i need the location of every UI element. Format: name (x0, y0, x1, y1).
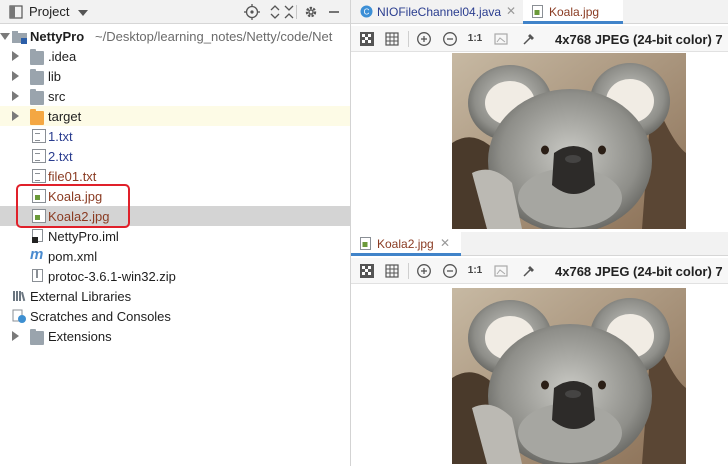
koala-image (452, 288, 686, 464)
archive-file-icon (32, 269, 46, 283)
koala-image (452, 53, 686, 229)
tree-item-idea[interactable]: .idea (0, 46, 350, 66)
fit-zoom-icon[interactable] (493, 31, 509, 47)
project-root-name: NettyPro (30, 29, 85, 44)
tree-item-label: protoc-3.6.1-win32.zip (48, 269, 176, 284)
tab-koala2-jpg[interactable]: Koala2.jpg ✕ (351, 232, 461, 256)
text-file-icon (32, 169, 46, 183)
java-class-icon: C (360, 5, 373, 18)
chevron-right-icon[interactable] (12, 51, 19, 61)
tree-item-2-txt[interactable]: 2.txt (0, 146, 350, 166)
actual-size-button[interactable]: 1:1 (467, 31, 483, 47)
hide-panel-icon[interactable] (325, 3, 343, 21)
tree-item-label: 1.txt (48, 129, 73, 144)
tree-item-label: NettyPro.iml (48, 229, 119, 244)
tree-item-pom-xml[interactable]: m pom.xml (0, 246, 350, 266)
folder-icon (30, 69, 44, 85)
tree-item-label: target (48, 109, 82, 124)
tree-item-nettypro-iml[interactable]: NettyPro.iml (0, 226, 350, 246)
tab-niofilechannel04[interactable]: C NIOFileChannel04.java ✕ (351, 0, 523, 24)
tree-item-label: Scratches and Consoles (30, 309, 171, 324)
close-icon[interactable]: ✕ (440, 236, 450, 250)
tree-item-label: External Libraries (30, 289, 132, 304)
folder-icon (30, 89, 44, 105)
chevron-right-icon[interactable] (12, 111, 19, 121)
tab-label: Koala.jpg (549, 5, 600, 19)
tree-item-scratches[interactable]: Scratches and Consoles (0, 306, 350, 326)
toolbar-divider (408, 263, 409, 279)
tab-label: Koala2.jpg (377, 237, 434, 251)
grid-icon[interactable] (384, 31, 400, 47)
tree-item-file01-txt[interactable]: file01.txt (0, 166, 350, 186)
editor-bottom-toolbar: 1:1 4x768 JPEG (24-bit color) 7 (351, 258, 728, 284)
project-panel-header: Project (0, 0, 350, 24)
tree-item-extensions[interactable]: Extensions (0, 326, 350, 346)
close-icon[interactable]: ✕ (506, 4, 516, 18)
tree-item-src[interactable]: src (0, 86, 350, 106)
editor-top-toolbar: 1:1 4x768 JPEG (24-bit color) 7 (351, 26, 728, 52)
tree-item-label: lib (48, 69, 62, 84)
project-root-path: ~/Desktop/learning_notes/Netty/code/Net (95, 29, 333, 44)
toolbar-divider (408, 31, 409, 47)
editor-top-image-viewer (351, 52, 728, 232)
fit-zoom-icon[interactable] (493, 263, 509, 279)
editor-bottom-image-viewer (351, 284, 728, 466)
chevron-down-icon[interactable] (78, 10, 88, 16)
tab-label: NIOFileChannel04.java (377, 5, 502, 19)
text-file-icon (32, 149, 46, 163)
excluded-folder-icon (30, 109, 44, 125)
chevron-right-icon[interactable] (12, 91, 19, 101)
image-info-text: 4x768 JPEG (24-bit color) 7 (555, 264, 723, 279)
chessboard-icon[interactable] (359, 31, 375, 47)
chessboard-icon[interactable] (359, 263, 375, 279)
project-view-icon[interactable] (9, 5, 23, 19)
folder-icon (30, 329, 44, 345)
project-panel: Project NettyPro ~/Desktop/learning_note… (0, 0, 351, 466)
image-info-text: 4x768 JPEG (24-bit color) 7 (555, 32, 723, 47)
zoom-out-icon[interactable] (442, 263, 458, 279)
gear-icon[interactable] (302, 3, 320, 21)
annotation-highlight-box (16, 184, 130, 228)
project-panel-title[interactable]: Project (29, 4, 69, 19)
tree-root-row[interactable]: NettyPro ~/Desktop/learning_notes/Netty/… (0, 26, 350, 46)
module-file-icon (32, 229, 46, 243)
tree-item-lib[interactable]: lib (0, 66, 350, 86)
libraries-icon (12, 289, 26, 303)
color-picker-icon[interactable] (521, 263, 537, 279)
editor-bottom-tabbar: Koala2.jpg ✕ (351, 232, 728, 256)
tree-item-external-libraries[interactable]: External Libraries (0, 286, 350, 306)
color-picker-icon[interactable] (521, 31, 537, 47)
grid-icon[interactable] (384, 263, 400, 279)
chevron-down-icon[interactable] (0, 33, 10, 40)
image-file-icon (532, 5, 545, 18)
svg-text:C: C (364, 8, 370, 17)
header-divider (296, 5, 297, 19)
editor-top-tabbar: C NIOFileChannel04.java ✕ Koala.jpg (351, 0, 728, 24)
chevron-right-icon[interactable] (12, 331, 19, 341)
tree-item-label: 2.txt (48, 149, 73, 164)
zoom-out-icon[interactable] (442, 31, 458, 47)
locate-icon[interactable] (243, 3, 261, 21)
tree-item-target[interactable]: target (0, 106, 350, 126)
text-file-icon (32, 129, 46, 143)
maven-icon: m (30, 246, 44, 263)
tree-item-label: Extensions (48, 329, 112, 344)
scratches-icon (12, 309, 26, 323)
tree-item-label: pom.xml (48, 249, 98, 264)
tree-item-protoc-zip[interactable]: protoc-3.6.1-win32.zip (0, 266, 350, 286)
zoom-in-icon[interactable] (416, 263, 432, 279)
tree-item-1-txt[interactable]: 1.txt (0, 126, 350, 146)
tree-item-label: file01.txt (48, 169, 97, 184)
tree-item-label: src (48, 89, 66, 104)
zoom-in-icon[interactable] (416, 31, 432, 47)
chevron-right-icon[interactable] (12, 71, 19, 81)
module-folder-icon (12, 30, 27, 44)
tab-koala-jpg[interactable]: Koala.jpg (523, 0, 623, 24)
tree-item-label: .idea (48, 49, 77, 64)
actual-size-button[interactable]: 1:1 (467, 263, 483, 279)
folder-icon (30, 49, 44, 65)
image-file-icon (360, 237, 373, 250)
